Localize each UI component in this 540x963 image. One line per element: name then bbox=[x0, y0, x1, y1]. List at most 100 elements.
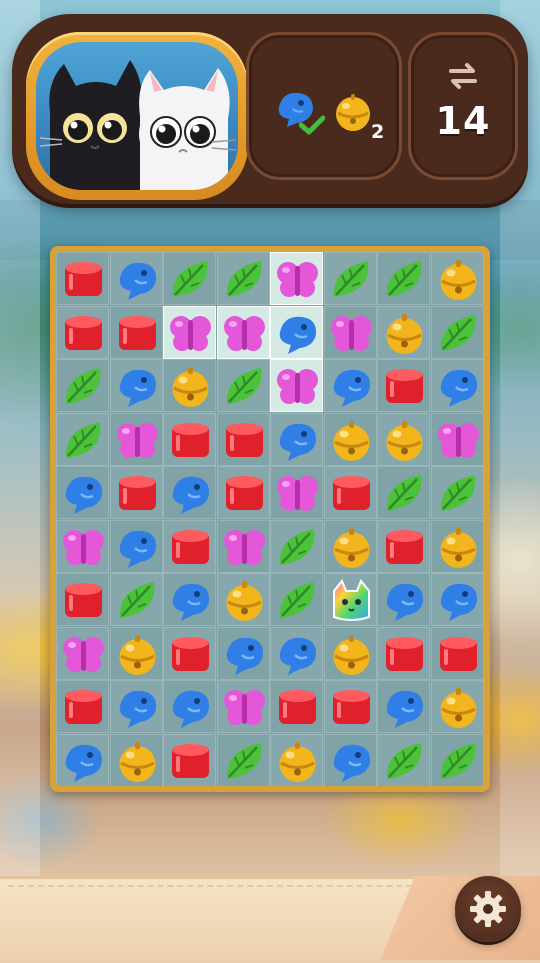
settings-button[interactable] bbox=[455, 876, 521, 942]
board-cell[interactable] bbox=[323, 466, 377, 519]
board-cell[interactable] bbox=[323, 412, 377, 466]
blue-fish-icon bbox=[114, 684, 161, 731]
board-cell[interactable] bbox=[377, 305, 430, 359]
red-block-icon bbox=[381, 631, 428, 678]
board-cell[interactable] bbox=[56, 466, 109, 519]
board-cell[interactable] bbox=[270, 466, 323, 519]
board-cell[interactable] bbox=[430, 733, 484, 786]
board-cell[interactable] bbox=[377, 680, 430, 733]
board-cell[interactable] bbox=[216, 252, 270, 305]
board-cell[interactable] bbox=[323, 252, 377, 305]
green-leaf-icon bbox=[435, 470, 482, 517]
board-cell[interactable] bbox=[216, 680, 270, 733]
red-block-icon bbox=[60, 256, 107, 303]
board-cell[interactable] bbox=[270, 412, 323, 466]
board-cell[interactable] bbox=[56, 573, 109, 626]
board-cell[interactable] bbox=[163, 519, 216, 573]
board-cell[interactable] bbox=[56, 359, 109, 412]
board-cell[interactable] bbox=[109, 252, 163, 305]
board-cell[interactable] bbox=[216, 412, 270, 466]
board-cell[interactable] bbox=[109, 466, 163, 519]
gold-bell-icon bbox=[328, 631, 375, 678]
green-leaf-icon bbox=[60, 363, 107, 410]
board-cell[interactable] bbox=[430, 412, 484, 466]
board-cell[interactable] bbox=[56, 412, 109, 466]
board-cell[interactable] bbox=[216, 305, 270, 359]
blue-fish-icon bbox=[328, 363, 375, 410]
red-block-icon bbox=[167, 738, 214, 785]
board-cell[interactable] bbox=[163, 733, 216, 786]
board-cell[interactable] bbox=[56, 252, 109, 305]
board-cell[interactable] bbox=[56, 626, 109, 680]
board-cell[interactable] bbox=[270, 626, 323, 680]
board-cell[interactable] bbox=[270, 305, 323, 359]
board-cell[interactable] bbox=[377, 573, 430, 626]
goals-panel: 2 bbox=[246, 32, 402, 180]
board-cell[interactable] bbox=[163, 252, 216, 305]
board-cell[interactable] bbox=[109, 412, 163, 466]
board-cell[interactable] bbox=[270, 519, 323, 573]
blue-fish-icon bbox=[274, 310, 321, 357]
board-cell[interactable] bbox=[163, 573, 216, 626]
board-cell[interactable] bbox=[56, 680, 109, 733]
board-cell[interactable] bbox=[109, 305, 163, 359]
board-cell[interactable] bbox=[323, 733, 377, 786]
board-cell[interactable] bbox=[377, 733, 430, 786]
board-cell[interactable] bbox=[216, 626, 270, 680]
blue-fish-icon bbox=[167, 577, 214, 624]
board-cell[interactable] bbox=[163, 626, 216, 680]
board-cell[interactable] bbox=[430, 519, 484, 573]
board-cell[interactable] bbox=[430, 573, 484, 626]
board-cell[interactable] bbox=[216, 573, 270, 626]
pink-butterfly-icon bbox=[221, 524, 268, 571]
board-cell[interactable] bbox=[56, 305, 109, 359]
board-cell[interactable] bbox=[430, 466, 484, 519]
board-cell[interactable] bbox=[109, 519, 163, 573]
red-block-icon bbox=[114, 310, 161, 357]
pink-butterfly-icon bbox=[221, 310, 268, 357]
red-block-icon bbox=[167, 524, 214, 571]
board-cell[interactable] bbox=[163, 412, 216, 466]
board-cell[interactable] bbox=[323, 305, 377, 359]
board-cell[interactable] bbox=[377, 626, 430, 680]
board-cell[interactable] bbox=[430, 252, 484, 305]
board-cell[interactable] bbox=[323, 359, 377, 412]
board-cell[interactable] bbox=[430, 359, 484, 412]
board-cell[interactable] bbox=[163, 305, 216, 359]
board-cell[interactable] bbox=[109, 626, 163, 680]
board-cell[interactable] bbox=[323, 680, 377, 733]
board-cell[interactable] bbox=[377, 466, 430, 519]
board-cell[interactable] bbox=[270, 680, 323, 733]
board-cell[interactable] bbox=[323, 626, 377, 680]
board-cell[interactable] bbox=[216, 519, 270, 573]
board-cell[interactable] bbox=[377, 359, 430, 412]
board-cell[interactable] bbox=[109, 680, 163, 733]
board-cell[interactable] bbox=[163, 466, 216, 519]
board-cell[interactable] bbox=[109, 733, 163, 786]
board-cell[interactable] bbox=[216, 733, 270, 786]
board-cell[interactable] bbox=[323, 573, 377, 626]
board-cell[interactable] bbox=[109, 573, 163, 626]
gear-icon bbox=[470, 891, 506, 927]
board-cell[interactable] bbox=[377, 519, 430, 573]
green-leaf-icon bbox=[328, 256, 375, 303]
board-cell[interactable] bbox=[430, 680, 484, 733]
board-cell[interactable] bbox=[430, 305, 484, 359]
board-cell[interactable] bbox=[216, 359, 270, 412]
board-cell[interactable] bbox=[109, 359, 163, 412]
board-cell[interactable] bbox=[323, 519, 377, 573]
board-cell[interactable] bbox=[56, 733, 109, 786]
board-cell[interactable] bbox=[216, 466, 270, 519]
board-cell[interactable] bbox=[377, 412, 430, 466]
board-cell[interactable] bbox=[377, 252, 430, 305]
level-header: 2 14 bbox=[12, 14, 528, 204]
red-block-icon bbox=[328, 684, 375, 731]
board-cell[interactable] bbox=[163, 359, 216, 412]
board-cell[interactable] bbox=[270, 573, 323, 626]
board-cell[interactable] bbox=[430, 626, 484, 680]
board-cell[interactable] bbox=[270, 359, 323, 412]
board-cell[interactable] bbox=[56, 519, 109, 573]
board-cell[interactable] bbox=[270, 733, 323, 786]
board-cell[interactable] bbox=[163, 680, 216, 733]
board-cell[interactable] bbox=[270, 252, 323, 305]
